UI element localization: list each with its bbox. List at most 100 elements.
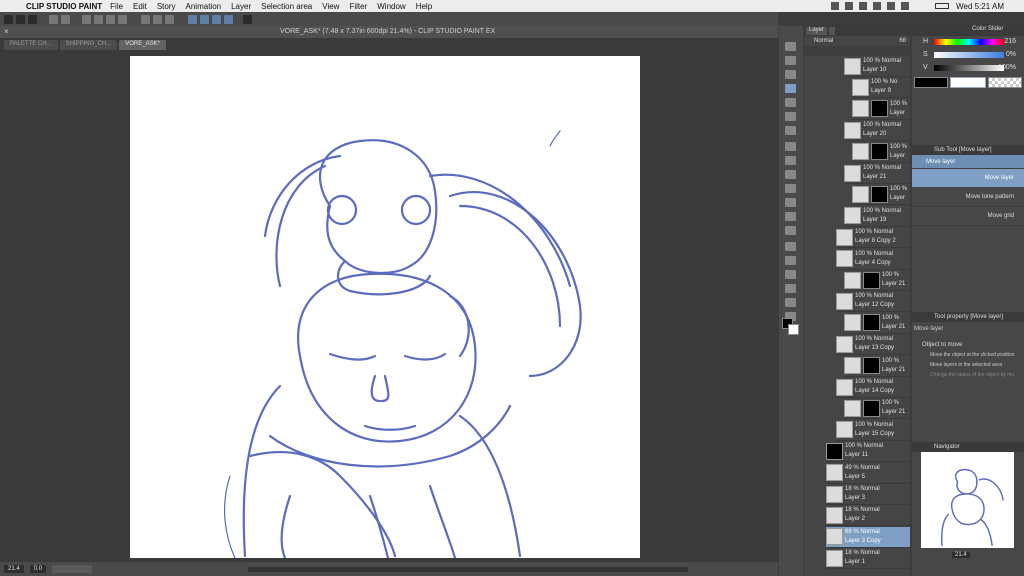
menu-help[interactable]: Help bbox=[416, 2, 432, 11]
clear-icon[interactable] bbox=[82, 14, 91, 24]
snap-grid-icon[interactable] bbox=[165, 14, 174, 24]
option-change-status[interactable]: Change the status of the object by mo bbox=[912, 370, 1024, 380]
layer-row[interactable]: 18 % Normal Layer 2 bbox=[826, 505, 910, 527]
canvas-area[interactable] bbox=[0, 50, 776, 562]
sub-color-swatch[interactable] bbox=[788, 324, 799, 335]
layer-row[interactable]: 100 % Layer bbox=[852, 184, 910, 206]
layer-row[interactable]: 100 % Normal Layer 14 Copy bbox=[836, 377, 910, 398]
pencil-tool-icon[interactable] bbox=[785, 156, 796, 165]
saturation-value[interactable]: 0% bbox=[1006, 51, 1016, 58]
tab-shipping[interactable]: SHIPPING_CH... bbox=[59, 40, 118, 50]
color-slider-tab[interactable]: Color Slider bbox=[912, 26, 1024, 36]
value-value[interactable]: 100% bbox=[998, 64, 1016, 71]
eyedropper-tool-icon[interactable] bbox=[785, 126, 796, 135]
layer-row[interactable]: 100 % Normal Layer 10 bbox=[844, 56, 910, 77]
layer-row[interactable]: 100 % Normal Layer 12 Copy bbox=[836, 291, 910, 313]
layer-row[interactable]: 100 % Normal Layer 20 bbox=[844, 120, 910, 142]
redo-icon[interactable] bbox=[61, 14, 70, 24]
layer-row[interactable]: 18 % Normal Layer 3 bbox=[826, 484, 910, 505]
zoom-field[interactable]: 21.4 bbox=[4, 565, 24, 573]
tab-palette[interactable]: PALETTE CH... bbox=[4, 40, 58, 50]
snap-icon[interactable] bbox=[141, 14, 150, 24]
text-tool-icon[interactable] bbox=[785, 284, 796, 293]
eraser-tool-icon[interactable] bbox=[785, 212, 796, 221]
pen-tool-icon[interactable] bbox=[785, 142, 796, 151]
menu-view[interactable]: View bbox=[322, 2, 339, 11]
layer-row[interactable]: 100 % Normal Layer 21 bbox=[844, 163, 910, 184]
sub-color-chip[interactable] bbox=[950, 77, 986, 88]
snap-special-ruler-icon[interactable] bbox=[200, 14, 209, 24]
navigator-controls-icon[interactable] bbox=[52, 565, 93, 573]
info-icon[interactable] bbox=[243, 14, 252, 24]
sub-tool-move-layer[interactable]: Move layer bbox=[912, 169, 1024, 188]
menu-layer[interactable]: Layer bbox=[231, 2, 251, 11]
menu-edit[interactable]: Edit bbox=[133, 2, 147, 11]
transform-icon[interactable] bbox=[94, 14, 103, 24]
lasso-tool-icon[interactable] bbox=[785, 112, 796, 121]
deselect-icon[interactable] bbox=[118, 14, 127, 24]
layer-row[interactable]: 100 % Layer 21 bbox=[844, 398, 910, 420]
hue-slider[interactable] bbox=[934, 39, 1004, 45]
layer-row[interactable]: 100 % Normal Layer 13 Copy bbox=[836, 334, 910, 356]
menu-animation[interactable]: Animation bbox=[186, 2, 222, 11]
layer-row[interactable]: 100 % Normal Layer 15 Copy bbox=[836, 420, 910, 441]
tab-vore-ask[interactable]: VORE_ASK* bbox=[119, 40, 166, 50]
layer-row[interactable]: 100 % Layer bbox=[852, 142, 910, 163]
option-selected-area[interactable]: Move layers in the selected area bbox=[912, 360, 1024, 370]
zoom-tool-icon[interactable] bbox=[785, 42, 796, 51]
grid-icon[interactable] bbox=[224, 14, 233, 24]
menu-story[interactable]: Story bbox=[157, 2, 176, 11]
layer-row[interactable]: 18 % Normal Layer 1 bbox=[826, 548, 910, 570]
app-name[interactable]: CLIP STUDIO PAINT bbox=[26, 2, 102, 11]
sketch-drawing[interactable] bbox=[130, 56, 640, 558]
brush-tool-icon[interactable] bbox=[785, 170, 796, 179]
show-ruler-icon[interactable] bbox=[212, 14, 221, 24]
opacity-value[interactable]: 68 bbox=[899, 38, 906, 44]
status-icons[interactable] bbox=[831, 2, 922, 10]
blend-tool-icon[interactable] bbox=[785, 226, 796, 235]
angle-field[interactable]: 0.0 bbox=[29, 565, 47, 573]
selection-tool-icon[interactable] bbox=[785, 98, 796, 107]
operation-tool-icon[interactable] bbox=[785, 70, 796, 79]
undo-icon[interactable] bbox=[49, 14, 58, 24]
layer-row[interactable]: 100 % Layer bbox=[852, 99, 910, 120]
sub-tool-move-grid[interactable]: Move grid bbox=[912, 207, 1024, 226]
move-tool-icon[interactable] bbox=[785, 56, 796, 65]
close-window-icon[interactable]: × bbox=[4, 27, 9, 36]
layer-row[interactable]: 100 % Normal Layer 19 bbox=[844, 206, 910, 227]
layer-row[interactable]: 100 % Normal Layer 4 Copy bbox=[836, 249, 910, 270]
layer-row[interactable]: 100 % No Layer 9 bbox=[852, 77, 910, 99]
layer-row[interactable]: 49 % Normal Layer 5 bbox=[826, 463, 910, 484]
main-color-chip[interactable] bbox=[914, 77, 948, 88]
layer-row[interactable]: 68 % Normal Layer 3 Copy bbox=[826, 526, 910, 548]
fill-tool-icon[interactable] bbox=[785, 242, 796, 251]
navigator-zoom[interactable]: 21.4 bbox=[952, 552, 970, 558]
airbrush-tool-icon[interactable] bbox=[785, 184, 796, 193]
snap-perspective-icon[interactable] bbox=[188, 14, 197, 24]
layer-row[interactable]: 100 % Normal Layer 11 bbox=[826, 441, 910, 463]
layer-row[interactable]: 100 % Normal Layer 8 Copy 2 bbox=[836, 227, 910, 249]
menu-selection-area[interactable]: Selection area bbox=[261, 2, 312, 11]
tab-layer[interactable]: Layer bbox=[806, 27, 828, 35]
canvas-paper[interactable] bbox=[130, 56, 640, 558]
save-icon[interactable] bbox=[28, 14, 37, 24]
menu-filter[interactable]: Filter bbox=[349, 2, 367, 11]
balloon-tool-icon[interactable] bbox=[785, 298, 796, 307]
layer-row[interactable]: 100 % Layer 21 bbox=[844, 313, 910, 334]
fill-icon[interactable] bbox=[106, 14, 115, 24]
navigator-preview[interactable] bbox=[921, 452, 1014, 548]
snap-ruler-icon[interactable] bbox=[153, 14, 162, 24]
decoration-tool-icon[interactable] bbox=[785, 198, 796, 207]
new-file-icon[interactable] bbox=[4, 14, 13, 24]
transparent-chip[interactable] bbox=[988, 77, 1022, 88]
blend-mode-select[interactable]: Normal bbox=[814, 38, 833, 44]
option-clicked-position[interactable]: Move the object at the clicked position bbox=[912, 350, 1024, 360]
value-slider[interactable] bbox=[934, 65, 1004, 71]
layer-tools-row[interactable] bbox=[804, 46, 910, 56]
gradient-tool-icon[interactable] bbox=[785, 256, 796, 265]
layer-row[interactable]: 100 % Layer 21 bbox=[844, 270, 910, 291]
clock[interactable]: Wed 5:21 AM bbox=[956, 2, 1004, 11]
hue-value[interactable]: 216 bbox=[1004, 38, 1016, 45]
sub-tool-group[interactable]: Move layer bbox=[912, 155, 1024, 169]
menu-file[interactable]: File bbox=[110, 2, 123, 11]
